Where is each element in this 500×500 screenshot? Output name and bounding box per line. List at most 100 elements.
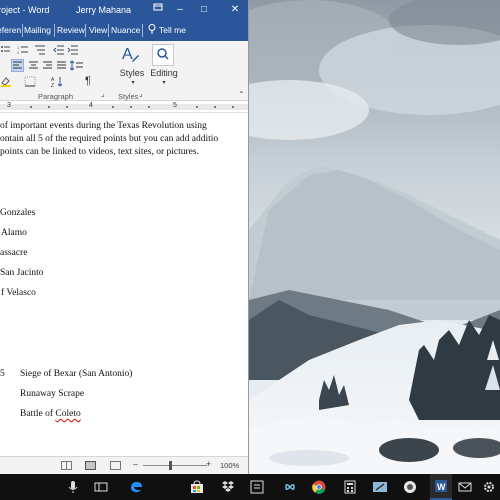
- chrome-icon[interactable]: [308, 474, 330, 500]
- increase-indent-icon[interactable]: [67, 44, 79, 56]
- dialog-launcher-icon[interactable]: ⌟: [139, 89, 143, 98]
- tab-divider: [54, 24, 55, 37]
- zoom-slider[interactable]: [143, 465, 207, 466]
- mountain-landscape-image: [249, 0, 500, 474]
- tab-review[interactable]: Review: [57, 20, 85, 41]
- event-list-item[interactable]: Gonzales: [0, 208, 35, 218]
- group-styles-label: Styles: [118, 92, 139, 101]
- infinity-icon[interactable]: [279, 474, 301, 500]
- word-icon[interactable]: W: [430, 474, 452, 500]
- web-layout-icon[interactable]: [110, 461, 121, 470]
- mail-icon[interactable]: [454, 474, 476, 500]
- ruler-number: 5: [173, 102, 177, 109]
- event-list-item[interactable]: Runaway Scrape: [20, 389, 84, 399]
- snipping-icon[interactable]: [369, 474, 391, 500]
- ruler-tick: [130, 106, 132, 108]
- event-list-item[interactable]: Alamo: [1, 228, 27, 238]
- svg-text:W: W: [437, 482, 446, 492]
- dropbox-icon[interactable]: [217, 474, 239, 500]
- microphone-icon[interactable]: [62, 474, 84, 500]
- align-left-button[interactable]: [11, 59, 24, 72]
- ribbon-tabs: eferen Mailing Review View Nuance Tell m…: [0, 20, 248, 41]
- task-view-icon[interactable]: [90, 474, 112, 500]
- tell-me-box[interactable]: Tell me: [159, 20, 186, 41]
- print-layout-icon[interactable]: [85, 461, 96, 470]
- event-list-item[interactable]: Siege of Bexar (San Antonio): [20, 369, 132, 379]
- restore-button[interactable]: □: [192, 0, 216, 20]
- bullets-icon[interactable]: [0, 44, 12, 56]
- decrease-indent-icon[interactable]: [53, 44, 65, 56]
- numbering-icon[interactable]: 12: [17, 44, 31, 56]
- tab-nuance[interactable]: Nuance: [111, 20, 140, 41]
- line-spacing-icon[interactable]: [69, 60, 84, 71]
- svg-text:A: A: [122, 46, 133, 63]
- chevron-down-icon[interactable]: ▾: [130, 79, 136, 86]
- store-icon[interactable]: [186, 474, 208, 500]
- event-list-item[interactable]: San Jacinto: [0, 268, 44, 278]
- tab-view[interactable]: View: [89, 20, 107, 41]
- document-line[interactable]: of important events during the Texas Rev…: [0, 121, 207, 131]
- show-formatting-icon[interactable]: ¶: [83, 75, 93, 87]
- title-bar: roject - Word Jerry Mahana – □ ✕: [0, 0, 248, 20]
- read-mode-icon[interactable]: [61, 461, 72, 470]
- zoom-level[interactable]: 100%: [220, 461, 239, 470]
- onenote-icon[interactable]: [246, 474, 268, 500]
- close-button[interactable]: ✕: [223, 0, 247, 20]
- tab-mailings[interactable]: Mailing: [24, 20, 51, 41]
- align-right-icon[interactable]: [42, 60, 53, 71]
- ruler: 3 4 5: [0, 101, 248, 113]
- ruler-tick: [112, 106, 114, 108]
- sort-icon[interactable]: AZ: [51, 76, 64, 89]
- collapse-ribbon-icon[interactable]: ⌃: [238, 90, 245, 99]
- dialog-launcher-icon[interactable]: ⌟: [101, 89, 105, 98]
- chevron-down-icon[interactable]: ▾: [161, 79, 167, 86]
- tab-divider: [142, 24, 143, 37]
- event-list-item[interactable]: assacre: [0, 248, 27, 258]
- styles-icon[interactable]: A: [119, 43, 141, 65]
- document-line[interactable]: ontain all 5 of the required points but …: [0, 134, 218, 144]
- ruler-band: [0, 104, 248, 110]
- zoom-out-button[interactable]: –: [133, 459, 138, 469]
- document-page[interactable]: of important events during the Texas Rev…: [0, 113, 248, 456]
- calculator-icon[interactable]: [339, 474, 361, 500]
- word-window: roject - Word Jerry Mahana – □ ✕ eferen …: [0, 0, 249, 474]
- group-paragraph-label: Paragraph: [38, 92, 74, 101]
- lightbulb-icon: [148, 20, 156, 41]
- event-list-item[interactable]: 5: [0, 369, 5, 379]
- settings-icon[interactable]: [478, 474, 500, 500]
- ruler-tick: [66, 106, 68, 108]
- document-line[interactable]: points can be linked to videos, text sit…: [0, 147, 199, 157]
- tab-divider: [108, 24, 109, 37]
- styles-label[interactable]: Styles: [118, 68, 146, 78]
- find-search-icon[interactable]: [152, 44, 174, 66]
- user-name[interactable]: Jerry Mahana: [76, 5, 131, 15]
- ribbon-display-icon[interactable]: [146, 0, 170, 20]
- ruler-tick: [196, 106, 198, 108]
- ruler-tick: [48, 106, 50, 108]
- center-icon[interactable]: [28, 60, 39, 71]
- ruler-tick: [148, 106, 150, 108]
- notebook-icon[interactable]: [399, 474, 421, 500]
- borders-icon[interactable]: [24, 76, 37, 87]
- multilevel-list-icon[interactable]: [34, 44, 48, 56]
- edge-icon[interactable]: [125, 474, 147, 500]
- event-list-item[interactable]: Battle of Coleto: [20, 409, 81, 419]
- editing-label[interactable]: Editing: [149, 68, 179, 78]
- taskbar: W: [0, 474, 500, 500]
- ruler-tick: [232, 106, 234, 108]
- desktop-wallpaper: [249, 0, 500, 474]
- tab-divider: [22, 24, 23, 37]
- event-list-item[interactable]: f Velasco: [1, 288, 36, 298]
- zoom-slider-thumb[interactable]: [169, 461, 172, 470]
- shading-icon[interactable]: [0, 76, 13, 87]
- minimize-button[interactable]: –: [168, 0, 192, 20]
- spelling-error-word[interactable]: Coleto: [55, 409, 80, 419]
- window-title: roject - Word: [0, 5, 50, 15]
- tab-references[interactable]: eferen: [0, 20, 21, 41]
- ribbon: 12 A Z ¶ A Styles ▾ Editing ▾ Paragraph …: [0, 41, 248, 101]
- status-bar: – + 100%: [0, 456, 248, 474]
- justify-icon[interactable]: [56, 60, 67, 71]
- ruler-number: 4: [89, 102, 93, 109]
- zoom-in-button[interactable]: +: [206, 459, 211, 469]
- tab-divider: [85, 24, 86, 37]
